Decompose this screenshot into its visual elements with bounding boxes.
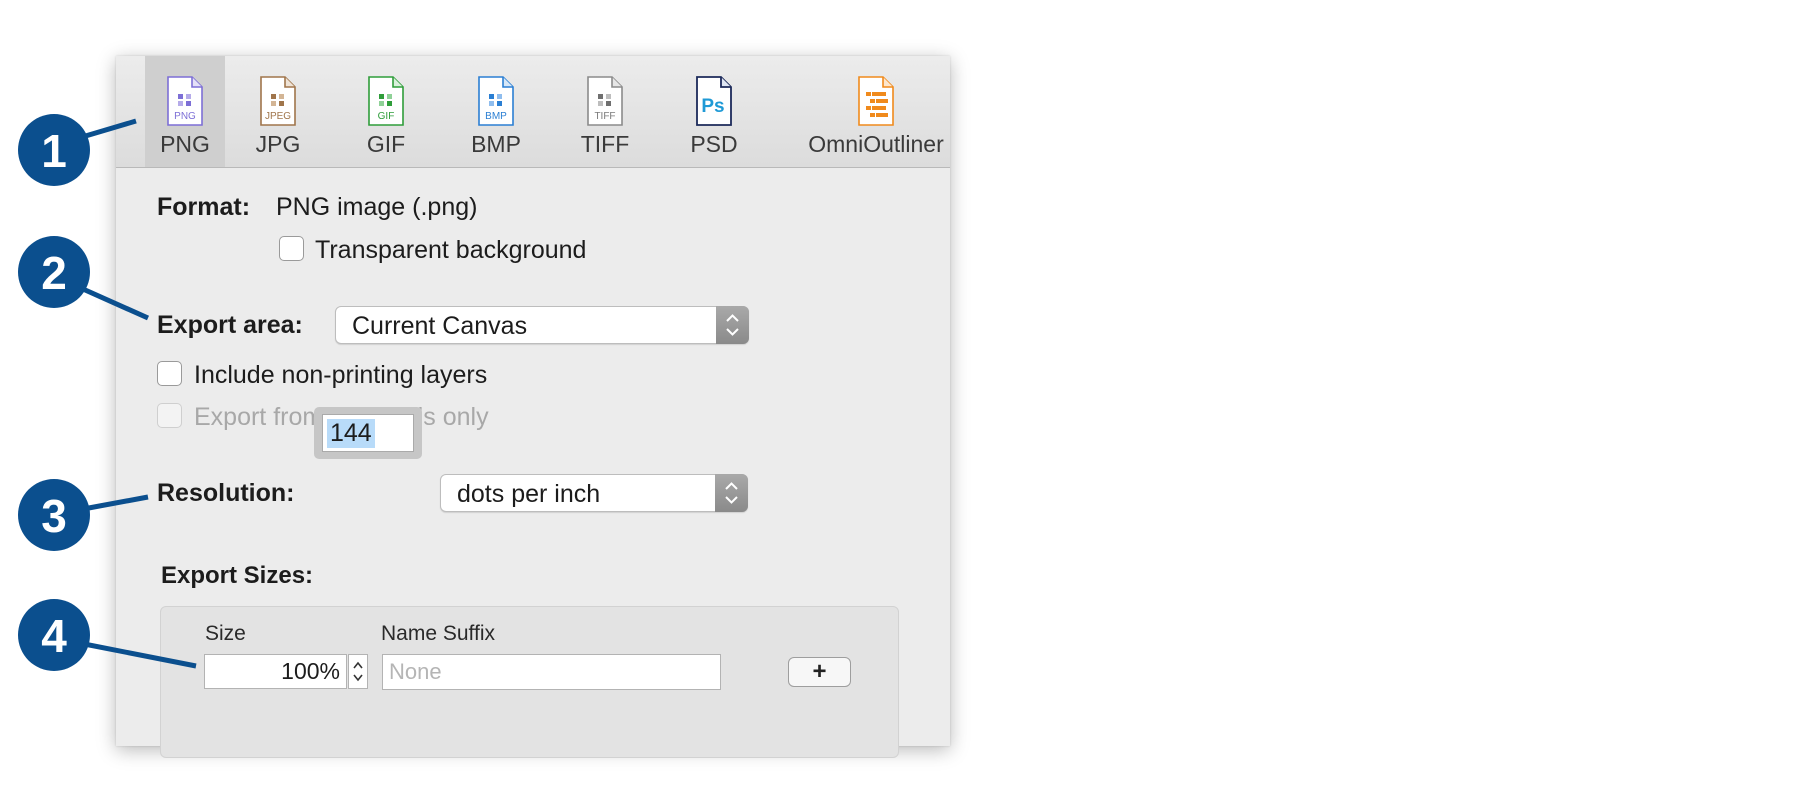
- svg-text:1: 1: [41, 125, 67, 177]
- callout-1: 1: [18, 114, 137, 186]
- callout-overlay: 1 2 3 4: [18, 114, 197, 671]
- callout-4: 4: [18, 599, 197, 671]
- svg-text:2: 2: [41, 247, 67, 299]
- svg-text:3: 3: [41, 490, 67, 542]
- callout-3: 3: [18, 479, 149, 551]
- svg-text:4: 4: [41, 610, 67, 662]
- callout-2: 2: [18, 236, 150, 321]
